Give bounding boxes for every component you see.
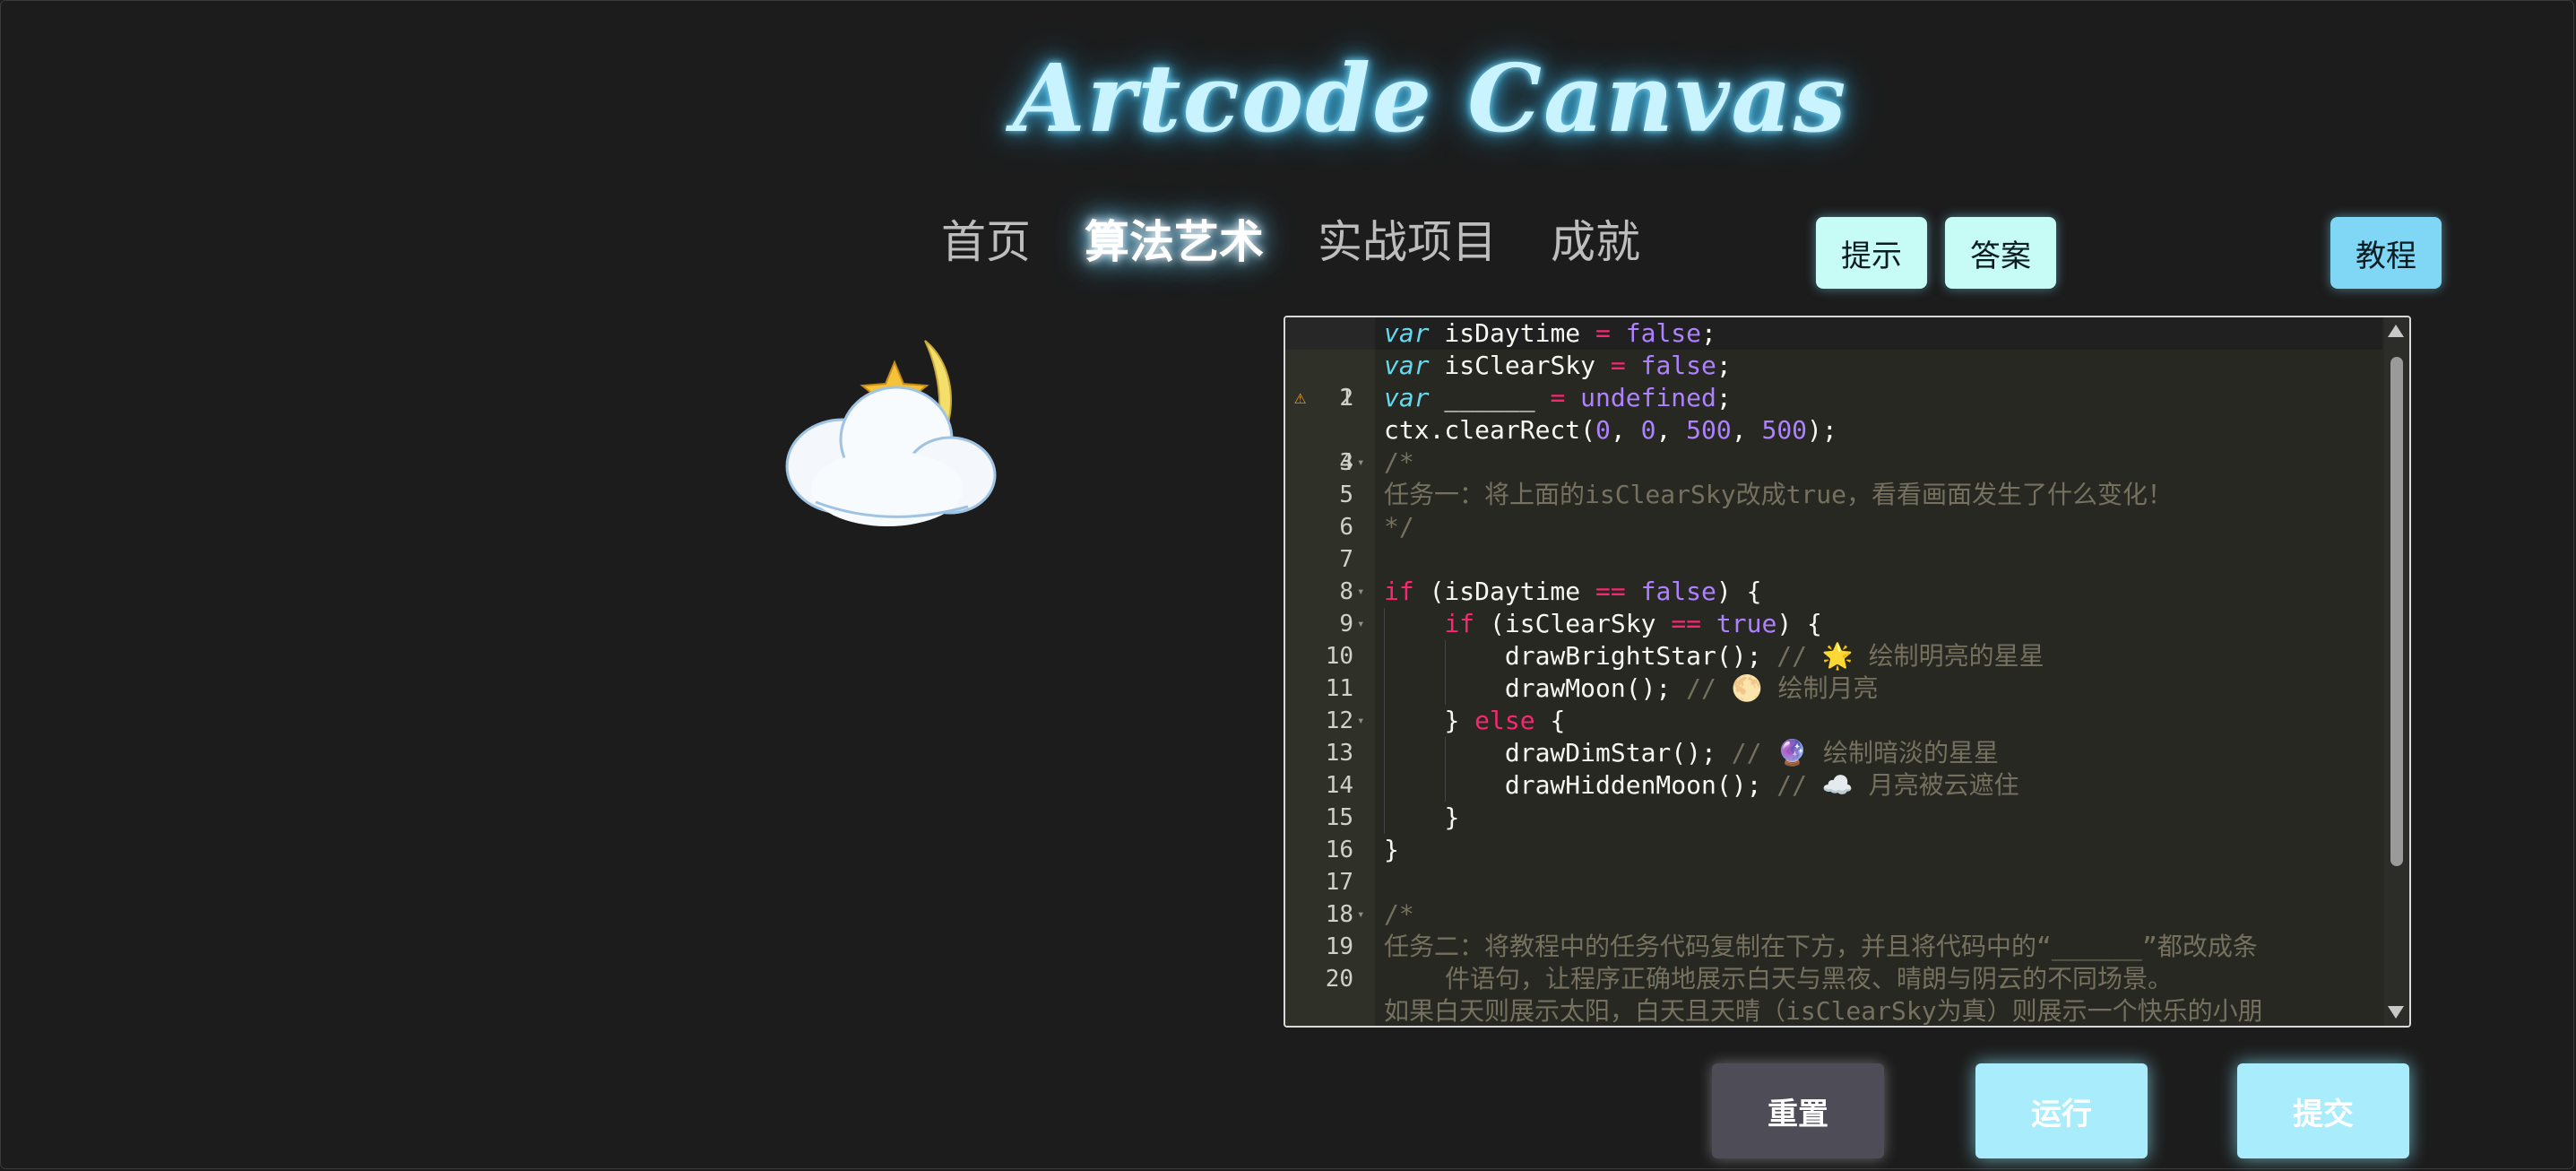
code-line[interactable]: 16 }	[1285, 802, 2382, 863]
code-line[interactable]: 18	[1285, 866, 2382, 928]
nav-achievements[interactable]: 成就	[1551, 206, 1640, 278]
code-lines[interactable]: 1 var isDaytime = false; 2 var isClearSk…	[1285, 317, 2382, 1026]
code-line[interactable]: 17 }	[1285, 834, 2382, 896]
code-line[interactable]: 4 ctx.clearRect(0, 0, 500, 500);	[1285, 414, 2382, 476]
hint-button[interactable]: 提示	[1816, 217, 1927, 289]
run-button[interactable]: 运行	[1975, 1063, 2148, 1158]
code-line[interactable]: 1 var isDaytime = false;	[1285, 317, 2382, 412]
code-line[interactable]: 8	[1285, 543, 2382, 605]
fold-toggle-icon[interactable]: ▾	[1357, 576, 1364, 608]
line-number: 20	[1325, 966, 1353, 993]
fold-toggle-icon[interactable]: ▾	[1357, 608, 1364, 640]
code-line[interactable]: 10 ▾ if (isClearSky == true) {	[1285, 608, 2382, 670]
nav-home[interactable]: 首页	[941, 206, 1031, 278]
code-line[interactable]: 2 var isClearSky = false;	[1285, 350, 2382, 412]
code-line[interactable]: 20 任务二：将教程中的任务代码复制在下方，并且将代码中的“______”都改成…	[1285, 931, 2382, 995]
cloud-icon	[785, 386, 997, 526]
answer-button[interactable]: 答案	[1945, 217, 2056, 289]
main-nav: 首页 算法艺术 实战项目 成就	[941, 206, 1640, 278]
code-editor[interactable]: 1 var isDaytime = false; 2 var isClearSk…	[1284, 316, 2411, 1028]
nav-algo-art[interactable]: 算法艺术	[1085, 206, 1264, 278]
code-line[interactable]: 15 drawHiddenMoon(); // ☁️ 月亮被云遮住	[1285, 769, 2382, 831]
app-title: Artcode Canvas	[1013, 43, 1848, 153]
code-line[interactable]: 5 ▾ /*	[1285, 447, 2382, 508]
canvas-preview	[785, 340, 997, 526]
code-line[interactable]: ⚠ 3 var ______ = undefined;	[1285, 382, 2382, 476]
editor-scrollbar[interactable]	[2384, 317, 2409, 1026]
fold-toggle-icon[interactable]: ▾	[1357, 447, 1364, 479]
scroll-down-icon[interactable]	[2388, 1006, 2404, 1019]
scrollbar-thumb[interactable]	[2390, 357, 2403, 866]
code-line[interactable]: 13 ▾ } else {	[1285, 705, 2382, 767]
nav-projects[interactable]: 实战项目	[1318, 206, 1497, 278]
code-line[interactable]: 14 drawDimStar(); // 🔮 绘制暗淡的星星	[1285, 737, 2382, 799]
tutorial-button[interactable]: 教程	[2330, 217, 2442, 289]
code-line[interactable]: 9 ▾ if (isDaytime == false) {	[1285, 576, 2382, 638]
reset-button[interactable]: 重置	[1712, 1063, 1884, 1158]
fold-toggle-icon[interactable]: ▾	[1357, 898, 1364, 931]
code-line[interactable]: 11 drawBrightStar(); // 🌟 绘制明亮的星星	[1285, 640, 2382, 702]
code-line[interactable]: 7 */	[1285, 511, 2382, 573]
code-line[interactable]: 6 任务一：将上面的isClearSky改成true，看看画面发生了什么变化！	[1285, 479, 2382, 541]
code-line[interactable]: 19 ▾ /*	[1285, 898, 2382, 960]
submit-button[interactable]: 提交	[2237, 1063, 2409, 1158]
scroll-up-icon[interactable]	[2388, 325, 2404, 337]
warning-icon[interactable]: ⚠	[1294, 382, 1306, 414]
fold-toggle-icon[interactable]: ▾	[1357, 705, 1364, 737]
code-line[interactable]: 21 如果白天则展示太阳，白天且天晴（isClearSky为真）则展示一个快乐的…	[1285, 995, 2382, 1026]
code-line[interactable]: 12 drawMoon(); // 🌕 绘制月亮	[1285, 672, 2382, 734]
